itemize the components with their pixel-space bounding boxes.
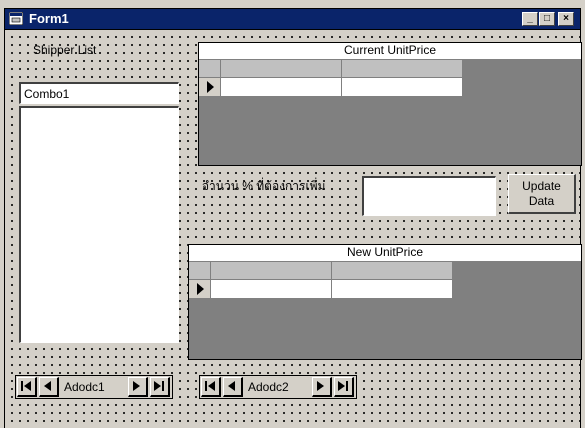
close-icon: × <box>563 13 569 24</box>
shipper-list-label: Shipper List <box>33 43 97 57</box>
update-button-line1: Update <box>522 178 561 193</box>
adodc2-next-button[interactable] <box>312 377 332 397</box>
grid2-corner-cell <box>189 262 211 280</box>
maximize-button[interactable]: □ <box>539 12 555 26</box>
first-record-icon <box>21 381 31 391</box>
adodc1-last-button[interactable] <box>150 377 170 397</box>
shipper-list-box[interactable] <box>19 106 179 343</box>
minimize-button[interactable]: _ <box>522 12 538 26</box>
first-record-icon <box>205 381 215 391</box>
grid1-corner-cell <box>199 60 221 78</box>
window-title: Form1 <box>29 11 69 26</box>
grid1-column-header-1[interactable] <box>221 60 342 78</box>
current-row-arrow-icon <box>207 81 214 93</box>
title-bar[interactable]: Form1 _ □ × <box>4 8 581 30</box>
combo-text: Combo1 <box>24 87 70 101</box>
adodc1-first-button[interactable] <box>17 377 37 397</box>
grid2-cell[interactable] <box>211 280 332 299</box>
adodc2-previous-button[interactable] <box>223 377 243 397</box>
percent-input[interactable] <box>362 176 496 216</box>
current-row-arrow-icon <box>197 283 204 295</box>
grid1-cell[interactable] <box>342 78 463 97</box>
adodc1-previous-button[interactable] <box>39 377 59 397</box>
combo-box[interactable]: Combo1 <box>19 82 179 104</box>
last-record-icon <box>338 381 348 391</box>
update-data-button[interactable]: Update Data <box>508 174 576 214</box>
new-unitprice-grid[interactable]: New UnitPrice <box>188 244 582 360</box>
adodc2-caption: Adodc2 <box>248 380 289 394</box>
form-window: Form1 _ □ × Shipper List Combo1 Current … <box>0 0 585 428</box>
next-record-icon <box>133 381 140 391</box>
percent-increase-label: จำนวน % ที่ต้องการเพิ่ม <box>202 179 326 193</box>
update-button-line2: Data <box>528 193 555 208</box>
grid2-cell[interactable] <box>332 280 453 299</box>
adodc1-next-button[interactable] <box>128 377 148 397</box>
grid1-row-selector[interactable] <box>199 78 221 97</box>
previous-record-icon <box>228 381 235 391</box>
previous-record-icon <box>44 381 51 391</box>
grid1-column-header-2[interactable] <box>342 60 463 78</box>
grid1-caption: Current UnitPrice <box>199 43 581 60</box>
adodc2-first-button[interactable] <box>201 377 221 397</box>
current-unitprice-grid[interactable]: Current UnitPrice <box>198 42 582 166</box>
next-record-icon <box>317 381 324 391</box>
grid2-caption: New UnitPrice <box>189 245 581 262</box>
grid2-row-selector[interactable] <box>189 280 211 299</box>
adodc1-control: Adodc1 <box>15 375 173 399</box>
adodc2-control: Adodc2 <box>199 375 357 399</box>
maximize-icon: □ <box>543 13 551 24</box>
close-button[interactable]: × <box>558 12 574 26</box>
adodc1-caption: Adodc1 <box>64 380 105 394</box>
grid2-column-header-1[interactable] <box>211 262 332 280</box>
form-icon <box>9 12 23 25</box>
grid1-cell[interactable] <box>221 78 342 97</box>
last-record-icon <box>154 381 164 391</box>
form-client-area: Shipper List Combo1 Current UnitPrice จำ… <box>4 30 582 428</box>
minimize-icon: _ <box>527 13 533 24</box>
adodc2-last-button[interactable] <box>334 377 354 397</box>
grid2-column-header-2[interactable] <box>332 262 453 280</box>
